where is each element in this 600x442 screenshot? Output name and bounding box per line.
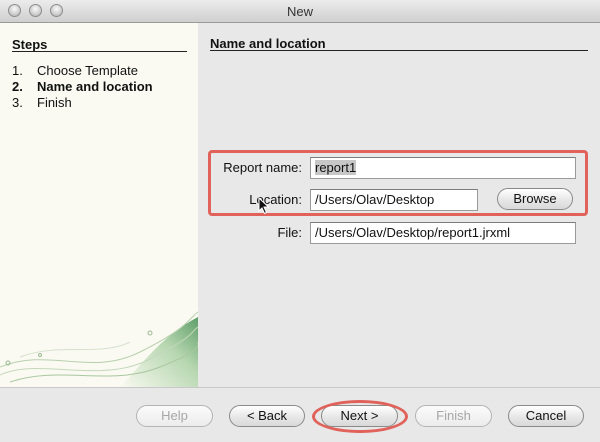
- title-bar: New: [0, 0, 600, 23]
- page-title-divider: [210, 50, 588, 51]
- cancel-button[interactable]: Cancel: [508, 405, 584, 427]
- step-item-current: 2. Name and location: [12, 79, 153, 95]
- step-item: 3. Finish: [12, 95, 153, 111]
- step-item: 1. Choose Template: [12, 63, 153, 79]
- help-button[interactable]: Help: [136, 405, 213, 427]
- window-title: New: [286, 4, 313, 19]
- step-number: 2.: [12, 79, 23, 94]
- step-number: 3.: [12, 95, 23, 110]
- back-button[interactable]: < Back: [229, 405, 305, 427]
- step-number: 1.: [12, 63, 23, 78]
- annotation-highlight-oval: [312, 400, 408, 433]
- steps-panel: Steps 1. Choose Template 2. Name and locat…: [0, 23, 198, 387]
- footer-divider: [0, 387, 600, 388]
- steps-list: 1. Choose Template 2. Name and location 3.…: [12, 63, 153, 111]
- decorative-swirl-graphic: [0, 311, 198, 387]
- mouse-cursor-icon: [258, 197, 270, 215]
- file-label: File:: [277, 225, 302, 240]
- step-label: Choose Template: [37, 63, 138, 78]
- step-label: Name and location: [37, 79, 153, 94]
- step-label: Finish: [37, 95, 72, 110]
- file-path-field: /Users/Olav/Desktop/report1.jrxml: [310, 222, 576, 244]
- steps-divider: [12, 51, 187, 52]
- finish-button[interactable]: Finish: [415, 405, 492, 427]
- steps-heading: Steps: [12, 37, 48, 52]
- page-title: Name and location: [210, 36, 326, 51]
